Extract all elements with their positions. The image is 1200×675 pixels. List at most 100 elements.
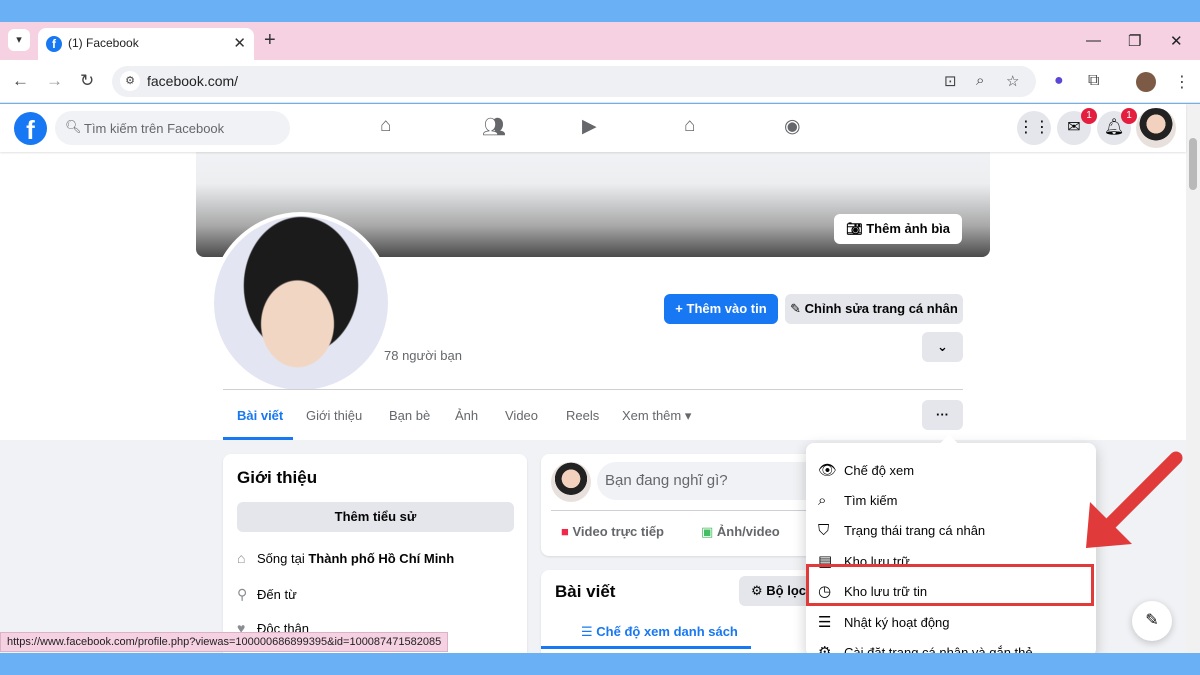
shield-icon: ⛉ xyxy=(818,522,830,539)
menu-item-profile-settings[interactable]: ⚙ Cài đặt trang cá nhân và gắn thẻ xyxy=(818,643,1033,653)
video-camera-icon: ■ xyxy=(561,524,573,539)
live-video-button[interactable]: ■ Video trực tiếp xyxy=(561,524,664,539)
menu-item-profile-status[interactable]: ⛉ Trạng thái trang cá nhân xyxy=(818,522,985,539)
messenger-icon[interactable]: ✉ 1 xyxy=(1057,108,1097,145)
search-icon: ⌕ xyxy=(818,492,827,509)
menu-item-activity-log[interactable]: ☰ Nhật ký hoạt động xyxy=(818,613,950,631)
add-bio-button[interactable]: Thêm tiểu sử xyxy=(237,502,514,532)
site-info-icon[interactable]: ⚙ xyxy=(120,71,140,91)
restore-button[interactable]: ❐ xyxy=(1128,32,1141,50)
marketplace-icon[interactable]: ⌂ xyxy=(684,115,695,137)
composer-card: Bạn đang nghĩ gì? ■ Video trực tiếp ▣ Ản… xyxy=(541,454,841,556)
notifications-bell-icon[interactable]: 🔔︎ 1 xyxy=(1097,108,1137,145)
tab-more[interactable]: Xem thêm ▾ xyxy=(622,408,691,424)
intro-card: Giới thiệu Thêm tiểu sử ⌂ Sống tại Thành … xyxy=(223,454,527,653)
chevron-down-icon: ⌄ xyxy=(937,339,948,354)
tab-posts[interactable]: Bài viết xyxy=(237,408,283,423)
groups-icon[interactable]: ◉ xyxy=(784,115,801,138)
close-tab-icon[interactable]: ✕ xyxy=(233,34,246,52)
account-avatar[interactable] xyxy=(1136,108,1176,148)
tab-photos[interactable]: Ảnh xyxy=(455,408,478,423)
search-placeholder: Tìm kiếm trên Facebook xyxy=(84,121,225,136)
minimize-button[interactable]: — xyxy=(1086,32,1101,49)
profile-settings-icon: ⚙ xyxy=(818,644,832,653)
browser-menu-icon[interactable]: ⋮ xyxy=(1174,72,1190,92)
composer-divider xyxy=(551,510,831,511)
tab-reels[interactable]: Reels xyxy=(566,408,599,423)
facebook-search[interactable]: 🔍︎ Tìm kiếm trên Facebook xyxy=(55,111,290,145)
zoom-icon[interactable]: ⌕ xyxy=(976,72,984,89)
posts-title: Bài viết xyxy=(555,582,616,601)
watch-icon[interactable]: ▶ xyxy=(582,115,597,138)
red-arrow-icon xyxy=(1086,451,1183,548)
tab-about[interactable]: Giới thiệu xyxy=(306,408,362,423)
highlight-box xyxy=(806,564,1094,606)
messenger-badge: 1 xyxy=(1081,108,1097,124)
lives-in-row: ⌂ Sống tại Thành phố Hồ Chí Minh xyxy=(237,550,455,566)
eye-icon: 👁︎ xyxy=(818,462,838,479)
browser-toolbar: ← → ↻ ⚙ facebook.com/ ⊡ ⌕ ☆ ● ⧉ ⋮ xyxy=(0,60,1200,103)
from-row: ⚲ Đến từ xyxy=(237,586,297,602)
expand-button[interactable]: ⌄ xyxy=(922,332,963,362)
tab-videos[interactable]: Video xyxy=(505,408,538,423)
intro-title: Giới thiệu xyxy=(237,468,318,487)
menu-item-search[interactable]: ⌕ Tìm kiếm xyxy=(818,492,897,509)
camera-icon: 📷︎ xyxy=(846,221,867,236)
notifications-badge: 1 xyxy=(1121,108,1137,124)
home-icon[interactable]: ⌂ xyxy=(380,115,391,137)
tab-search-button[interactable]: ▾ xyxy=(8,29,30,51)
address-bar[interactable]: ⚙ facebook.com/ ⊡ ⌕ ☆ xyxy=(112,66,1036,97)
page-scrollbar[interactable] xyxy=(1186,104,1200,653)
status-bar-url: https://www.facebook.com/profile.php?vie… xyxy=(0,632,449,652)
list-view-tab[interactable]: ☰ Chế độ xem danh sách xyxy=(581,624,738,640)
photo-video-button[interactable]: ▣ Ảnh/video xyxy=(701,524,780,540)
caret-down-icon: ▾ xyxy=(684,408,692,423)
active-tab-indicator xyxy=(223,437,293,440)
menu-item-view-as[interactable]: 👁︎ Chế độ xem xyxy=(818,461,914,479)
profile-header: 📷︎ Thêm ảnh bìa 78 người bạn + Thêm vào … xyxy=(0,152,1186,440)
close-window-button[interactable]: ✕ xyxy=(1170,32,1183,50)
facebook-page: f 🔍︎ Tìm kiếm trên Facebook ⌂ 👥︎ ▶ ⌂ ◉ ⋮… xyxy=(0,104,1200,653)
location-pin-icon: ⚲ xyxy=(237,586,248,602)
profile-options-menu: 👁︎ Chế độ xem ⌕ Tìm kiếm ⛉ Trạng thái trang… xyxy=(806,434,1096,653)
compose-icon: ✎ xyxy=(1145,612,1159,629)
new-tab-button[interactable]: + xyxy=(264,30,276,50)
facebook-favicon-icon: f xyxy=(46,36,62,52)
add-story-button[interactable]: + Thêm vào tin xyxy=(664,294,778,324)
profile-picture[interactable] xyxy=(210,212,392,394)
scrollbar-thumb[interactable] xyxy=(1189,138,1197,190)
facebook-header: f 🔍︎ Tìm kiếm trên Facebook ⌂ 👥︎ ▶ ⌂ ◉ ⋮… xyxy=(0,104,1186,152)
filter-icon: ⚙ xyxy=(751,583,767,598)
browser-profile-avatar[interactable] xyxy=(1136,72,1156,92)
tab-friends[interactable]: Bạn bè xyxy=(389,408,430,423)
list-view-indicator xyxy=(541,646,751,649)
posts-card: Bài viết ⚙ Bộ lọc ☰ Chế độ xem danh sách xyxy=(541,570,841,653)
photo-icon: ▣ xyxy=(701,524,717,539)
home-icon: ⌂ xyxy=(237,550,246,566)
facebook-logo[interactable]: f xyxy=(14,112,47,145)
reload-button[interactable]: ↻ xyxy=(80,71,94,91)
more-options-button[interactable]: ··· xyxy=(922,400,963,430)
browser-tab[interactable]: f (1) Facebook ✕ xyxy=(38,28,254,60)
add-cover-photo-button[interactable]: 📷︎ Thêm ảnh bìa xyxy=(834,214,962,244)
menu-grid-icon[interactable]: ⋮⋮ xyxy=(1017,111,1051,145)
edit-profile-button[interactable]: ✎ Chỉnh sửa trang cá nhân xyxy=(785,294,963,324)
profile-divider xyxy=(223,389,963,390)
url-text: facebook.com/ xyxy=(147,73,239,89)
composer-input[interactable]: Bạn đang nghĩ gì? xyxy=(597,462,827,500)
city-link[interactable]: Thành phố Hồ Chí Minh xyxy=(308,551,454,566)
friends-count[interactable]: 78 người bạn xyxy=(384,348,462,363)
extension-icon[interactable]: ● xyxy=(1054,72,1064,90)
bookmark-star-icon[interactable]: ☆ xyxy=(1006,72,1019,90)
extensions-puzzle-icon[interactable]: ⧉ xyxy=(1088,72,1099,90)
list-icon: ☰ xyxy=(818,614,832,631)
new-message-button[interactable]: ✎ xyxy=(1132,601,1172,641)
forward-button[interactable]: → xyxy=(46,71,63,91)
back-button[interactable]: ← xyxy=(12,71,29,91)
composer-avatar[interactable] xyxy=(551,462,591,502)
friends-icon[interactable]: 👥︎ xyxy=(482,115,506,139)
install-app-icon[interactable]: ⊡ xyxy=(944,72,957,90)
ellipsis-icon: ··· xyxy=(936,407,949,422)
list-icon: ☰ xyxy=(581,624,597,639)
tab-title: (1) Facebook xyxy=(68,36,139,50)
